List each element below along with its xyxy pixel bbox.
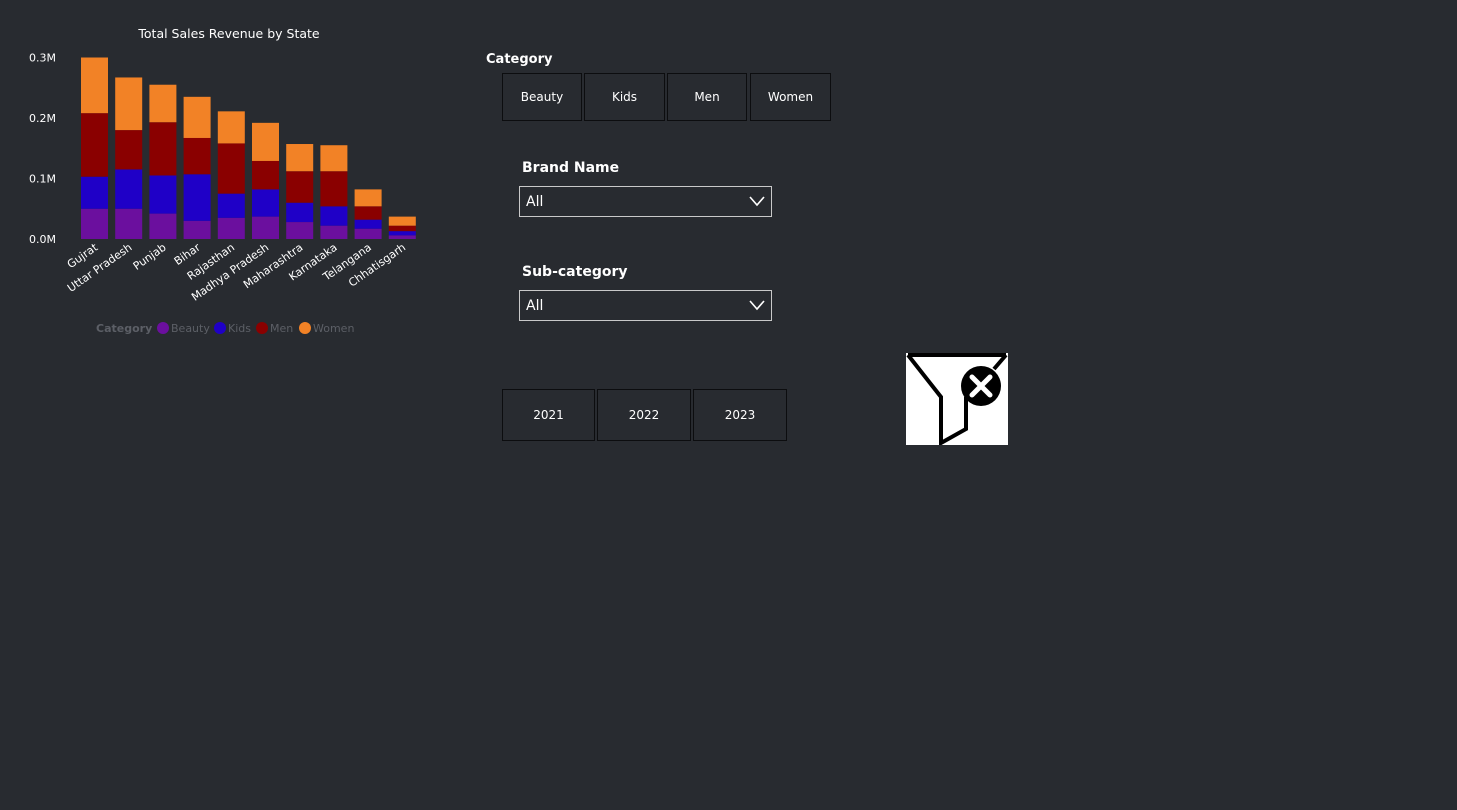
chart-legend: Category Beauty Kids Men Women	[96, 322, 354, 335]
bar-kids-uttar-pradesh[interactable]	[115, 169, 143, 209]
y-tick-label: 0.2M	[29, 112, 56, 125]
legend-marker-kids	[214, 322, 226, 334]
y-tick-label: 0.3M	[29, 52, 56, 65]
year-2022-button[interactable]: 2022	[597, 389, 691, 441]
legend-marker-men	[256, 322, 268, 334]
legend-marker-women	[299, 322, 311, 334]
bar-kids-maharashtra[interactable]	[286, 202, 314, 223]
bar-women-uttar-pradesh[interactable]	[115, 77, 143, 131]
bar-kids-karnataka[interactable]	[320, 206, 348, 226]
bar-kids-madhya-pradesh[interactable]	[252, 189, 279, 217]
bar-beauty-karnataka[interactable]	[320, 225, 348, 239]
clear-filters-button[interactable]	[906, 353, 1008, 447]
bar-women-telangana[interactable]	[354, 189, 382, 207]
brand-name-label: Brand Name	[522, 160, 620, 176]
bar-beauty-chhatisgarh[interactable]	[388, 235, 416, 239]
bar-men-madhya-pradesh[interactable]	[252, 160, 279, 190]
y-tick-label: 0.0M	[29, 233, 56, 246]
bar-women-chhatisgarh[interactable]	[388, 216, 416, 226]
sub-category-value: All	[526, 298, 544, 314]
year-2021-button[interactable]: 2021	[502, 389, 595, 441]
chevron-down-icon	[749, 196, 765, 207]
bar-women-gujrat[interactable]	[81, 57, 108, 114]
brand-name-dropdown[interactable]: All	[519, 186, 772, 217]
bar-kids-chhatisgarh[interactable]	[388, 231, 416, 236]
legend-label-women[interactable]: Women	[313, 322, 354, 335]
bar-men-maharashtra[interactable]	[286, 171, 314, 203]
bar-beauty-punjab[interactable]	[149, 213, 177, 239]
brand-name-value: All	[526, 194, 544, 210]
bar-men-chhatisgarh[interactable]	[388, 225, 416, 232]
year-2023-button[interactable]: 2023	[693, 389, 787, 441]
bar-men-karnataka[interactable]	[320, 171, 348, 207]
bar-women-karnataka[interactable]	[320, 145, 348, 172]
bar-group	[81, 57, 416, 239]
bar-beauty-gujrat[interactable]	[81, 208, 108, 239]
sub-category-label: Sub-category	[522, 264, 628, 280]
bar-men-punjab[interactable]	[149, 122, 177, 176]
legend-marker-beauty	[157, 322, 169, 334]
bar-kids-bihar[interactable]	[183, 174, 211, 221]
bar-women-rajasthan[interactable]	[217, 111, 245, 144]
bar-women-punjab[interactable]	[149, 84, 177, 123]
bar-women-bihar[interactable]	[183, 96, 211, 138]
bar-men-bihar[interactable]	[183, 137, 211, 175]
bar-kids-gujrat[interactable]	[81, 176, 108, 209]
y-axis: 0.0M 0.1M 0.2M 0.3M	[29, 52, 56, 247]
chevron-down-icon	[749, 300, 765, 311]
bar-kids-punjab[interactable]	[149, 175, 177, 214]
clear-filter-icon	[906, 353, 1008, 447]
bar-kids-rajasthan[interactable]	[217, 193, 245, 218]
x-tick-label: Punjab	[131, 241, 169, 273]
legend-label-kids[interactable]: Kids	[228, 322, 251, 335]
category-men-button[interactable]: Men	[667, 73, 747, 121]
bar-beauty-rajasthan[interactable]	[217, 217, 245, 239]
bar-men-uttar-pradesh[interactable]	[115, 130, 143, 170]
bar-beauty-madhya-pradesh[interactable]	[252, 216, 279, 239]
legend-label-men[interactable]: Men	[270, 322, 293, 335]
legend-title: Category	[96, 322, 152, 335]
bar-beauty-maharashtra[interactable]	[286, 222, 314, 239]
category-beauty-button[interactable]: Beauty	[502, 73, 582, 121]
category-women-button[interactable]: Women	[750, 73, 831, 121]
bar-beauty-telangana[interactable]	[354, 228, 382, 239]
bar-beauty-bihar[interactable]	[183, 220, 211, 239]
bar-kids-telangana[interactable]	[354, 219, 382, 229]
chart-title: Total Sales Revenue by State	[137, 26, 320, 41]
sub-category-dropdown[interactable]: All	[519, 290, 772, 321]
y-tick-label: 0.1M	[29, 173, 56, 186]
bar-women-madhya-pradesh[interactable]	[252, 122, 279, 161]
sales-by-state-chart: Total Sales Revenue by State 0.0M 0.1M 0.2…	[29, 26, 416, 335]
x-axis: GujratUttar PradeshPunjab BiharRajasthanM…	[65, 240, 408, 303]
bar-men-telangana[interactable]	[354, 206, 382, 220]
legend-label-beauty[interactable]: Beauty	[171, 322, 210, 335]
category-slicer-label: Category	[486, 52, 553, 67]
bar-men-rajasthan[interactable]	[217, 143, 245, 194]
bar-women-maharashtra[interactable]	[286, 144, 314, 172]
bar-beauty-uttar-pradesh[interactable]	[115, 208, 143, 239]
bar-men-gujrat[interactable]	[81, 113, 108, 177]
category-kids-button[interactable]: Kids	[584, 73, 665, 121]
